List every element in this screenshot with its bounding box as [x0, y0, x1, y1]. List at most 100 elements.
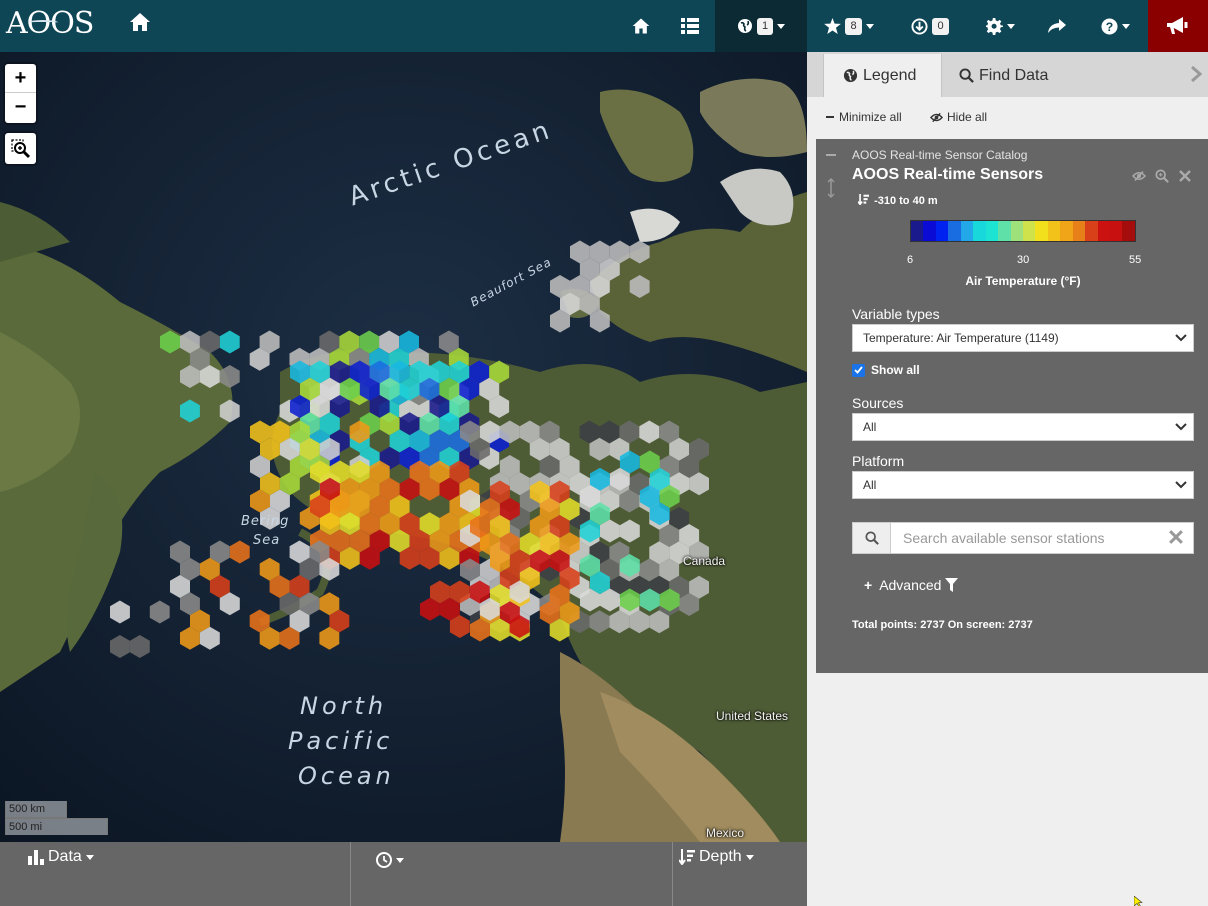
home-icon[interactable] [128, 10, 152, 34]
chevron-down-icon [865, 23, 874, 29]
zoom-area-icon [10, 138, 30, 158]
air-temperature-colorbar [910, 220, 1136, 242]
data-menu-button[interactable]: Data [28, 848, 94, 866]
sensor-hex-cell[interactable] [629, 240, 650, 264]
home-icon [632, 18, 650, 34]
gear-icon [985, 17, 1003, 35]
chevron-right-icon[interactable] [1190, 66, 1202, 82]
chevron-down-icon [1175, 423, 1187, 431]
megaphone-icon [1167, 17, 1188, 34]
canada-label: Canada [683, 554, 726, 568]
clear-search-icon[interactable] [1169, 530, 1183, 544]
sensor-hex-cell[interactable] [129, 635, 150, 658]
sources-value: All [863, 420, 877, 434]
colorbar-segment [960, 221, 974, 241]
collapse-layer-button[interactable] [826, 154, 836, 156]
sources-label: Sources [852, 395, 904, 411]
sensor-hex-cell[interactable] [160, 330, 180, 354]
sensor-hex-cell[interactable] [639, 420, 660, 444]
chevron-down-icon [777, 23, 786, 29]
time-menu-button[interactable] [376, 852, 404, 868]
sort-depth-icon [857, 194, 869, 206]
chevron-down-icon [85, 854, 94, 860]
sensor-hex-cell[interactable] [629, 275, 650, 298]
platform-label: Platform [852, 453, 905, 469]
map-canvas[interactable]: Arctic Ocean Beaufort Sea Bering Sea Nor… [0, 52, 807, 842]
close-icon[interactable] [1179, 170, 1191, 182]
nav-downloads-button[interactable]: 0 [902, 0, 958, 52]
colorbar-segment [973, 221, 986, 241]
depth-range-value: -310 to 40 m [874, 195, 938, 207]
zoom-out-button[interactable]: − [5, 93, 36, 122]
advanced-filter-button[interactable]: + Advanced [864, 577, 959, 593]
favorites-count-badge: 8 [845, 17, 862, 35]
colorbar-segment [985, 221, 999, 241]
sensor-hex-cell[interactable] [589, 610, 610, 634]
hide-all-button[interactable]: Hide all [930, 110, 987, 124]
nav-favorites-button[interactable]: 8 [815, 0, 883, 52]
colorbar-segment [1110, 221, 1123, 241]
search-icon [959, 68, 974, 83]
chevron-down-icon [1175, 334, 1187, 342]
bottom-toolbar: Data Depth [0, 842, 807, 906]
nav-layers-button[interactable]: 1 [715, 0, 807, 52]
show-all-label: Show all [871, 363, 920, 377]
sources-select[interactable]: All [852, 413, 1194, 441]
tab-legend[interactable]: Legend [823, 54, 942, 97]
zoom-to-layer-icon[interactable] [1155, 169, 1169, 183]
sensor-hex-cell[interactable] [180, 399, 200, 423]
sensor-search-input[interactable]: Search available sensor stations [903, 530, 1105, 546]
nav-share-button[interactable] [1040, 0, 1074, 52]
search-button[interactable] [853, 523, 891, 553]
colorbar-segment [911, 221, 924, 241]
advanced-label: Advanced [879, 577, 942, 593]
tab-find-data[interactable]: Find Data [959, 54, 1079, 97]
app-root: AOOS 1 8 0 ? Arctic Ocean Beaufort Sea B… [0, 0, 1208, 906]
nav-list-button[interactable] [674, 0, 706, 52]
list-icon [681, 18, 699, 34]
depth-menu-button[interactable]: Depth [679, 848, 754, 866]
minimize-all-button[interactable]: Minimize all [826, 110, 902, 124]
tab-legend-label: Legend [863, 66, 917, 84]
nav-help-button[interactable]: ? [1092, 0, 1138, 52]
download-icon [911, 17, 928, 35]
layer-subtitle: AOOS Real-time Sensor Catalog [852, 148, 1028, 162]
toolbar-divider [672, 842, 673, 906]
drag-handle-icon[interactable] [827, 178, 835, 198]
nav-home-button[interactable] [625, 0, 657, 52]
nav-settings-button[interactable] [978, 0, 1022, 52]
colorbar-segment [1047, 221, 1061, 241]
sensor-hex-cell[interactable] [110, 600, 130, 624]
zoom-controls: + − [5, 64, 36, 123]
colorbar-segment [1010, 221, 1023, 241]
nav-announcements-button[interactable] [1148, 0, 1208, 52]
sensor-hex-cell[interactable] [229, 540, 250, 564]
depth-menu-label: Depth [699, 848, 742, 865]
colorbar-segment [935, 221, 949, 241]
zoom-in-button[interactable]: + [5, 64, 36, 93]
search-icon [864, 531, 879, 545]
colorbar-segment [1122, 221, 1135, 241]
scale-mi: 500 mi [5, 818, 108, 835]
colorbar-min-label: 6 [907, 254, 914, 266]
sensor-hex-cell[interactable] [219, 365, 240, 388]
filter-icon [945, 578, 959, 592]
eye-slash-icon[interactable] [1132, 170, 1146, 182]
side-panel-tabs: Legend Find Data [807, 52, 1208, 97]
platform-select[interactable]: All [852, 471, 1194, 499]
north-pacific-label-line3: Ocean [298, 762, 395, 790]
united-states-label: United States [716, 709, 789, 723]
bering-sea-label-line2: Sea [253, 533, 281, 548]
sensor-hex-cell[interactable] [219, 399, 240, 423]
chevron-down-icon [745, 854, 754, 860]
sensor-hex-cell[interactable] [110, 635, 130, 658]
sensor-hex-cell[interactable] [619, 519, 640, 543]
tab-find-data-label: Find Data [979, 66, 1049, 84]
show-all-checkbox[interactable]: Show all [852, 363, 920, 377]
svg-text:?: ? [1105, 19, 1113, 33]
sensor-hex-cell[interactable] [219, 330, 240, 354]
sensor-hex-cell[interactable] [149, 600, 170, 624]
mexico-label: Mexico [706, 826, 745, 840]
variable-types-select[interactable]: Temperature: Air Temperature (1149) [852, 324, 1194, 352]
zoom-to-area-button[interactable] [5, 133, 36, 164]
